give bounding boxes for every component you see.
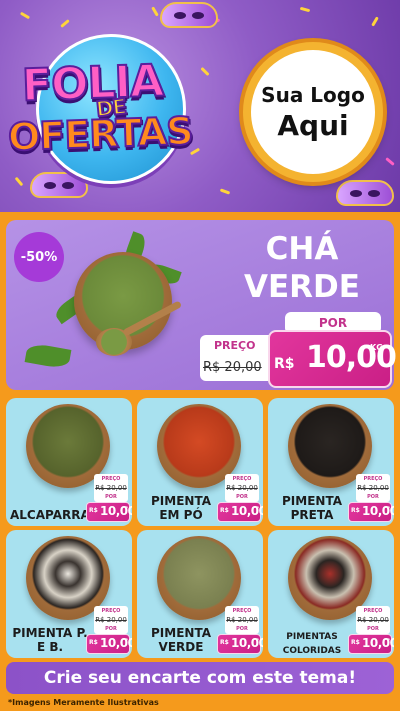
product-unit: KG — [254, 505, 259, 509]
confetti — [60, 19, 70, 28]
product-name: PIMENTA P. E B. — [12, 626, 88, 654]
featured-old-label: PREÇO — [214, 339, 256, 352]
confetti — [299, 6, 311, 13]
product-new-label: POR — [356, 625, 390, 634]
confetti — [385, 157, 395, 166]
product-price-tag: PREÇO R$ 20,00 POR R$ 10,00 KG — [86, 474, 132, 524]
featured-name-line2: VERDE — [244, 269, 360, 305]
featured-product-name: CHÁ VERDE — [232, 230, 372, 306]
product-price-tag: PREÇO R$ 20,00 POR R$ 10,00 KG — [86, 606, 132, 656]
title-folia: FOLIA — [20, 55, 165, 113]
confetti — [14, 176, 24, 187]
product-name: PIMENTA VERDE — [151, 626, 211, 654]
featured-currency: R$ — [274, 356, 295, 372]
product-price-tag: PREÇO R$ 20,00 POR R$ 10,00 KG — [348, 606, 394, 656]
product-name: ALCAPARRAS — [10, 508, 99, 522]
title-ofertas: OFERTAS — [6, 108, 194, 160]
confetti — [219, 188, 231, 195]
product-currency: R$ — [89, 639, 98, 646]
product-new-label: POR — [94, 625, 128, 634]
featured-name-line1: CHÁ — [265, 231, 339, 267]
product-price-tag: PREÇO R$ 20,00 POR R$ 10,00 KG — [217, 606, 263, 656]
product-new-label: POR — [356, 493, 390, 502]
product-unit: KG — [385, 637, 390, 641]
product-card: PIMENTA PRETA PREÇO R$ 20,00 POR R$ 10,0… — [268, 398, 394, 526]
product-unit: KG — [123, 637, 128, 641]
product-old-price: R$ 20,00 — [225, 484, 259, 493]
product-old-price: R$ 20,00 — [94, 616, 128, 625]
product-card: PIMENTA VERDE PREÇO R$ 20,00 POR R$ 10,0… — [137, 530, 263, 658]
product-currency: R$ — [220, 639, 229, 646]
logo-text-line1: Sua Logo — [261, 82, 365, 107]
carnival-mask-icon — [160, 2, 218, 28]
confetti — [19, 11, 31, 20]
header-banner: FOLIA DE OFERTAS Sua Logo Aqui — [0, 0, 400, 212]
product-old-price: R$ 20,00 — [356, 616, 390, 625]
product-card: ALCAPARRAS PREÇO R$ 20,00 POR R$ 10,00 K… — [6, 398, 132, 526]
product-name: PIMENTA EM PÓ — [151, 494, 211, 522]
featured-unit: KG — [370, 343, 383, 352]
product-name: PIMENTAS COLORIDAS — [282, 632, 342, 656]
product-price-tag: PREÇO R$ 20,00 POR R$ 10,00 KG — [217, 474, 263, 524]
product-new-label: POR — [94, 493, 128, 502]
product-card: PIMENTA EM PÓ PREÇO R$ 20,00 POR R$ 10,0… — [137, 398, 263, 526]
product-currency: R$ — [351, 507, 360, 514]
product-new-label: POR — [225, 625, 259, 634]
product-price-tag: PREÇO R$ 20,00 POR R$ 10,00 KG — [348, 474, 394, 524]
product-old-price: R$ 20,00 — [225, 616, 259, 625]
leaf-icon — [24, 342, 72, 370]
product-unit: KG — [254, 637, 259, 641]
carnival-mask-icon — [336, 180, 394, 206]
product-currency: R$ — [220, 507, 229, 514]
product-currency: R$ — [351, 639, 360, 646]
featured-old-price: R$ 20,00 — [203, 360, 262, 375]
product-unit: KG — [385, 505, 390, 509]
confetti — [371, 16, 379, 27]
product-unit: KG — [123, 505, 128, 509]
confetti — [200, 66, 210, 77]
product-card: PIMENTAS COLORIDAS PREÇO R$ 20,00 POR R$… — [268, 530, 394, 658]
product-new-label: POR — [225, 493, 259, 502]
logo-placeholder: Sua Logo Aqui — [243, 42, 383, 182]
confetti — [151, 6, 159, 17]
product-name: PIMENTA PRETA — [282, 494, 342, 522]
product-card: PIMENTA P. E B. PREÇO R$ 20,00 POR R$ 10… — [6, 530, 132, 658]
product-old-price: R$ 20,00 — [356, 484, 390, 493]
product-old-price: R$ 20,00 — [94, 484, 128, 493]
discount-badge: -50% — [14, 232, 64, 282]
disclaimer-text: *Imagens Meramente Ilustrativas — [8, 698, 159, 707]
create-flyer-banner[interactable]: Crie seu encarte com este tema! — [6, 662, 394, 694]
product-currency: R$ — [89, 507, 98, 514]
logo-text-line2: Aqui — [277, 108, 349, 142]
